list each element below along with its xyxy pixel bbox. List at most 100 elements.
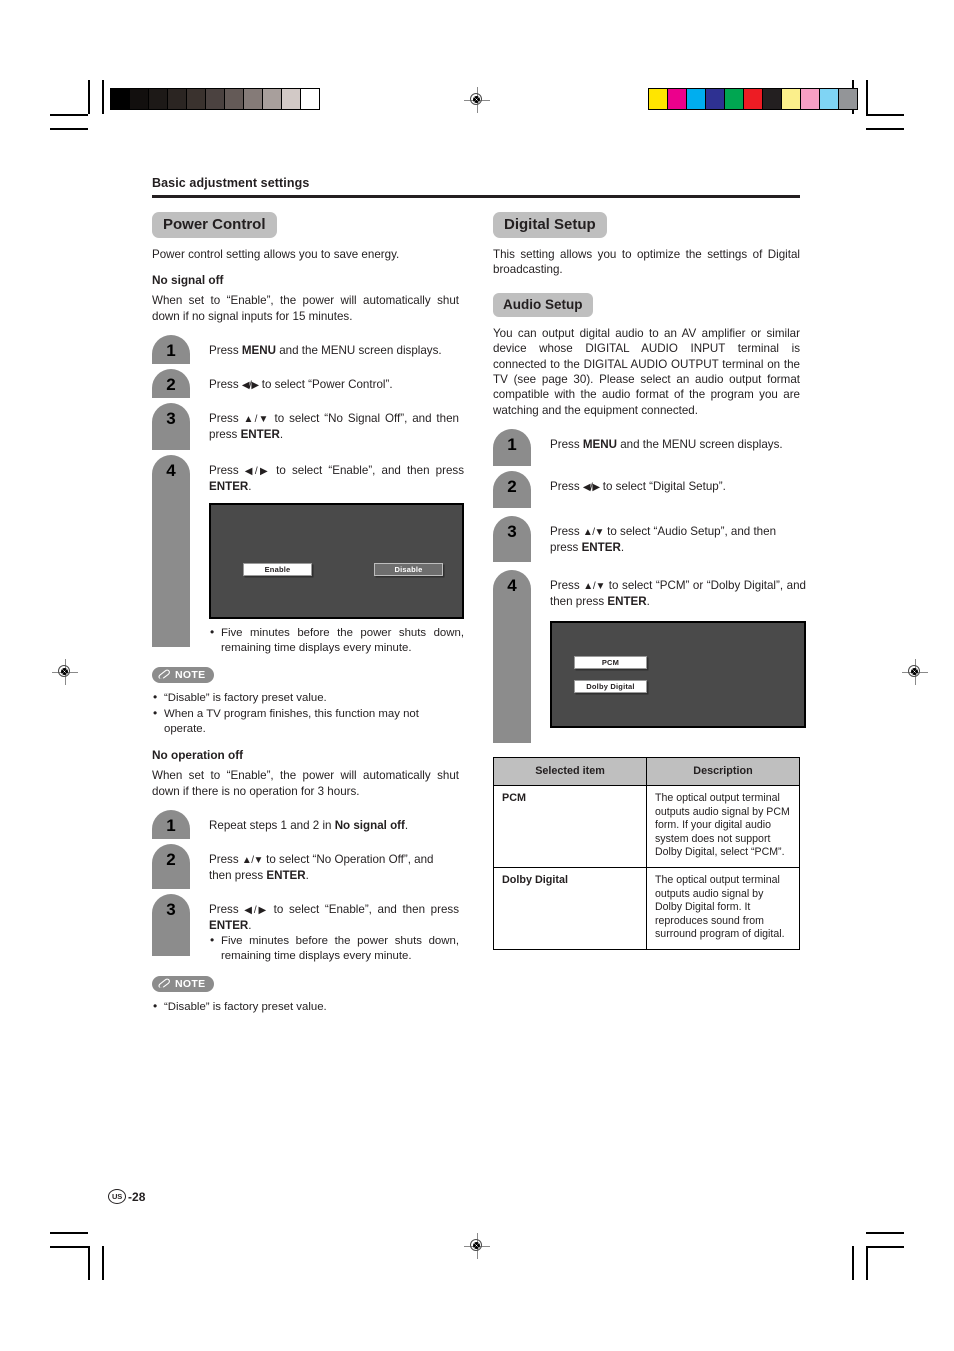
calibration-swatch [820, 89, 839, 109]
calibration-swatch [706, 89, 725, 109]
step-number-badge: 2 [152, 369, 190, 399]
cell-description: The optical output terminal outputs audi… [646, 866, 800, 950]
section-heading-audio-setup: Audio Setup [493, 292, 593, 317]
step-text: Press ▲/▼ to select “No Signal Off”, and… [209, 412, 459, 441]
table-row: Dolby Digital The optical output termina… [493, 866, 800, 950]
step-text: Press ▲/▼ to select “PCM” or “Dolby Digi… [550, 579, 806, 608]
digital-setup-intro: This setting allows you to optimize the … [493, 248, 800, 277]
crop-mark-bottom-right [852, 1228, 904, 1280]
pencil-icon [158, 670, 170, 680]
osd-option-pcm[interactable]: PCM [574, 656, 647, 670]
step-text: Repeat steps 1 and 2 in No signal off. [209, 819, 409, 833]
calibration-swatch [668, 89, 687, 109]
osd-screen-no-signal-off: Enable Disable [209, 503, 464, 620]
registration-mark-bottom [464, 1233, 490, 1259]
locale-badge: US [108, 1189, 127, 1204]
column-header-description: Description [646, 757, 800, 787]
right-column: Digital Setup This setting allows you to… [493, 212, 806, 1025]
calibration-swatch [801, 89, 820, 109]
osd-screen-audio-setup: PCM Dolby Digital [550, 621, 806, 729]
calibration-swatch [149, 89, 168, 109]
table-header-row: Selected item Description [493, 757, 800, 787]
table-row: PCM The optical output terminal outputs … [493, 785, 800, 868]
note-badge-no-operation: NOTE [152, 975, 215, 992]
step-audio-2: 2 Press ◀/▶ to select “Digital Setup”. [493, 471, 800, 509]
step-number-badge: 3 [493, 516, 531, 563]
no-operation-step3-bullets: Five minutes before the power shuts down… [209, 933, 459, 964]
left-column: Power Control Power control setting allo… [152, 212, 464, 1025]
note-label: NOTE [175, 977, 206, 990]
page-content: Basic adjustment settings Power Control … [152, 176, 806, 1025]
calibration-swatch [130, 89, 149, 109]
calibration-swatch [111, 89, 130, 109]
no-signal-off-description: When set to “Enable”, the power will aut… [152, 294, 459, 323]
registration-mark-left [52, 659, 78, 685]
no-signal-screen-bullets: Five minutes before the power shuts down… [209, 625, 464, 656]
step-text: Press ◀/▶ to select “Power Control”. [209, 378, 393, 392]
audio-format-description-table: Selected item Description PCM The optica… [493, 757, 800, 950]
cell-description: The optical output terminal outputs audi… [646, 785, 800, 868]
step-number-badge: 4 [152, 455, 190, 648]
step-text: Press ◀/▶ to select “Enable”, and then p… [209, 903, 459, 932]
step-number-badge: 1 [152, 335, 190, 365]
subhead-no-operation-off: No operation off [152, 748, 244, 763]
step-text: Press ◀/▶ to select “Digital Setup”. [550, 480, 726, 494]
calibration-swatch [301, 89, 319, 109]
step-number-badge: 2 [152, 844, 190, 890]
calibration-swatch [168, 89, 187, 109]
step-text: Press MENU and the MENU screen displays. [550, 438, 783, 452]
section-heading-digital-setup: Digital Setup [493, 212, 607, 238]
grayscale-calibration-strip [110, 88, 320, 110]
calibration-swatch [687, 89, 706, 109]
cell-item: PCM [493, 785, 647, 868]
list-item: “Disable” is factory preset value. [152, 690, 459, 706]
page-number-block: US -28 [108, 1189, 145, 1204]
calibration-swatch [263, 89, 282, 109]
step-number-badge: 1 [493, 429, 531, 467]
color-calibration-strip [648, 88, 858, 110]
two-column-layout: Power Control Power control setting allo… [152, 212, 806, 1025]
step-text: Press ▲/▼ to select “No Operation Off”, … [209, 853, 434, 882]
page-number: -28 [128, 1189, 146, 1204]
step-no-signal-4: 4 Press ◀/▶ to select “Enable”, and then… [152, 455, 464, 658]
audio-setup-description: You can output digital audio to an AV am… [493, 326, 800, 417]
list-item: Five minutes before the power shuts down… [209, 933, 459, 964]
calibration-swatch [839, 89, 857, 109]
calibration-swatch [206, 89, 225, 109]
step-text: Press ◀/▶ to select “Enable”, and then p… [209, 464, 464, 493]
calibration-swatch [725, 89, 744, 109]
calibration-swatch [782, 89, 801, 109]
running-head: Basic adjustment settings [152, 176, 310, 190]
step-no-operation-2: 2 Press ▲/▼ to select “No Operation Off”… [152, 844, 459, 890]
step-text: Press ▲/▼ to select “Audio Setup”, and t… [550, 525, 777, 554]
header-rule [152, 195, 800, 198]
step-no-signal-2: 2 Press ◀/▶ to select “Power Control”. [152, 369, 459, 399]
step-audio-3: 3 Press ▲/▼ to select “Audio Setup”, and… [493, 516, 800, 563]
power-control-intro: Power control setting allows you to save… [152, 248, 400, 261]
calibration-swatch [649, 89, 668, 109]
step-no-signal-1: 1 Press MENU and the MENU screen display… [152, 335, 459, 365]
step-no-operation-3: 3 Press ◀/▶ to select “Enable”, and then… [152, 894, 459, 965]
step-no-signal-3: 3 Press ▲/▼ to select “No Signal Off”, a… [152, 403, 459, 451]
step-number-badge: 4 [493, 570, 531, 744]
step-no-operation-3-content: Press ◀/▶ to select “Enable”, and then p… [190, 894, 459, 965]
list-item: “Disable” is factory preset value. [152, 999, 459, 1015]
registration-mark-top [464, 87, 490, 113]
crop-mark-bottom-left [50, 1228, 104, 1280]
osd-option-dolby-digital[interactable]: Dolby Digital [574, 680, 647, 694]
pencil-icon [158, 979, 170, 989]
calibration-swatch [225, 89, 244, 109]
step-number-badge: 3 [152, 894, 190, 957]
step-no-signal-4-content: Press ◀/▶ to select “Enable”, and then p… [190, 455, 464, 658]
step-no-operation-1: 1 Repeat steps 1 and 2 in No signal off. [152, 810, 459, 840]
osd-option-enable[interactable]: Enable [243, 563, 312, 577]
calibration-swatch [763, 89, 782, 109]
step-number-badge: 2 [493, 471, 531, 509]
step-audio-1: 1 Press MENU and the MENU screen display… [493, 429, 800, 467]
step-audio-4-content: Press ▲/▼ to select “PCM” or “Dolby Digi… [531, 570, 806, 729]
cell-item: Dolby Digital [493, 866, 647, 950]
list-item: When a TV program finishes, this functio… [152, 706, 459, 737]
osd-option-disable[interactable]: Disable [374, 563, 443, 577]
note-badge-no-signal: NOTE [152, 666, 215, 683]
note-label: NOTE [175, 668, 206, 681]
